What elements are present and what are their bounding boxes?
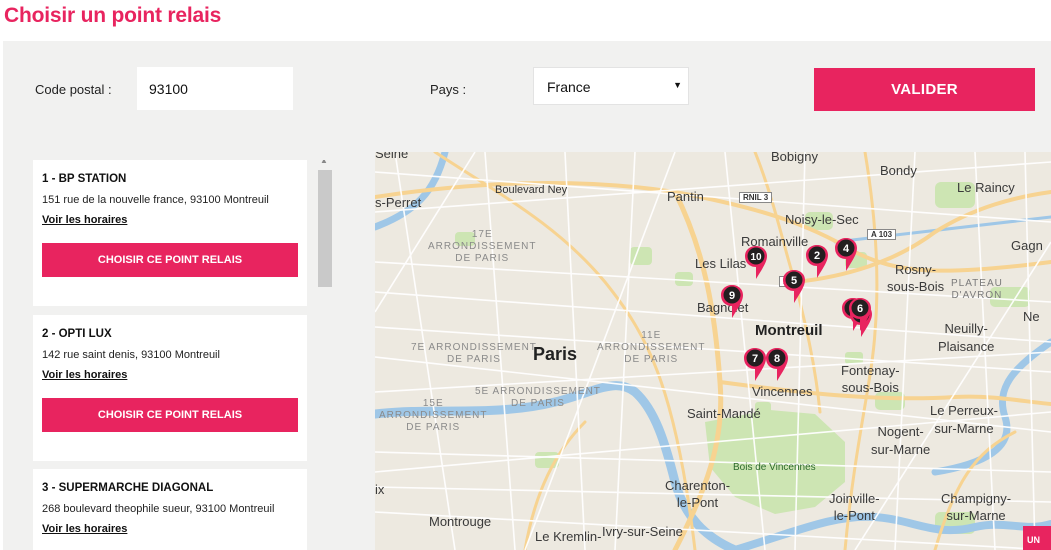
map-label-rosny: Rosny- sous-Bois [887, 262, 945, 294]
list-scrollbar[interactable]: ▲ [316, 160, 332, 550]
map-label-perret: s-Perret [375, 195, 422, 210]
map-label-joinville: Joinville- le-Pont [829, 491, 880, 523]
country-select[interactable]: France ▼ [533, 67, 689, 105]
map-label-fontenay: Fontenay- sous-Bois [841, 363, 900, 395]
relay-panel: Code postal : Pays : France ▼ VALIDER 1 … [3, 41, 1051, 550]
list-item: 1 - BP STATION 151 rue de la nouvelle fr… [33, 160, 307, 306]
map-label-bois-de-vincennes: Bois de Vincennes [733, 462, 816, 473]
view-hours-link[interactable]: Voir les horaires [42, 214, 127, 226]
map-label-nogent: Nogent- sur-Marne [871, 424, 931, 457]
choose-relay-button[interactable]: CHOISIR CE POINT RELAIS [42, 398, 298, 432]
relay-title: 2 - OPTI LUX [42, 328, 112, 340]
list-item: 2 - OPTI LUX 142 rue saint denis, 93100 … [33, 315, 307, 461]
view-hours-link[interactable]: Voir les horaires [42, 369, 127, 381]
map-label-seine: Seine [375, 152, 409, 161]
map-label-ivry: Ivry-sur-Seine [602, 524, 683, 539]
page-title: Choisir un point relais [4, 4, 222, 27]
scroll-up-arrow-icon[interactable]: ▲ [320, 160, 328, 165]
map-label-saint-mande: Saint-Mandé [687, 406, 761, 421]
validate-button[interactable]: VALIDER [814, 68, 1035, 111]
scroll-thumb[interactable] [318, 170, 332, 287]
map-label-neuilly-plaisance: Neuilly- Plaisance [938, 321, 995, 354]
map-label-a-road: A [779, 276, 793, 287]
map-label-romainville: Romainville [741, 234, 809, 249]
map-label-arr15: 15E ARRONDISSEMENT DE PARIS [379, 398, 488, 433]
relay-title: 3 - SUPERMARCHE DIAGONAL [42, 482, 214, 494]
choose-relay-button[interactable]: CHOISIR CE POINT RELAIS [42, 243, 298, 277]
map-label-arr7: 7E ARRONDISSEMENT DE PARIS [411, 342, 537, 365]
map-label-arr17: 17E ARRONDISSEMENT DE PARIS [428, 229, 537, 264]
map-label-pantin: Pantin [667, 189, 704, 204]
chevron-down-icon: ▼ [673, 80, 682, 90]
map-label-bobigny: Bobigny [771, 152, 818, 164]
map-corner-button[interactable]: UN [1023, 526, 1051, 550]
map-label-a103: A 103 [867, 229, 897, 240]
relay-title: 1 - BP STATION [42, 173, 127, 185]
country-label: Pays : [430, 82, 467, 97]
map-label-montreuil: Montreuil [755, 322, 823, 339]
map-label-ix: ix [375, 482, 385, 497]
relay-address: 268 boulevard theophile sueur, 93100 Mon… [42, 503, 275, 515]
map-label-kremlin: Le Kremlin- [535, 529, 602, 544]
map-label-le-perreux: Le Perreux- sur-Marne [930, 403, 998, 436]
country-selected-value: France [547, 79, 591, 95]
map-label-vincennes: Vincennes [752, 384, 813, 399]
map-label-champigny: Champigny- sur-Marne [941, 491, 1012, 523]
map-label-paris: Paris [533, 344, 578, 364]
map-label-boulevard-ney: Boulevard Ney [495, 184, 568, 196]
view-hours-link[interactable]: Voir les horaires [42, 523, 127, 535]
map-label-bondy: Bondy [880, 163, 917, 178]
map-label-le-raincy: Le Raincy [957, 180, 1015, 195]
map-label-les-lilas: Les Lilas [695, 256, 747, 271]
map-label-rnil3: RNIL 3 [739, 192, 773, 203]
map-label-gagny: Gagn [1011, 238, 1043, 253]
relay-list: 1 - BP STATION 151 rue de la nouvelle fr… [33, 160, 338, 550]
relay-address: 142 rue saint denis, 93100 Montreuil [42, 349, 220, 361]
map[interactable]: Seine Bobigny Bondy Le Raincy s-Perret B… [375, 152, 1051, 550]
postal-code-label: Code postal : [35, 82, 112, 97]
list-item: 3 - SUPERMARCHE DIAGONAL 268 boulevard t… [33, 469, 307, 550]
map-label-ne: Ne [1023, 309, 1040, 324]
map-label-arr5: 5E ARRONDISSEMENT DE PARIS [475, 386, 601, 409]
postal-code-input[interactable] [137, 67, 293, 110]
map-label-charenton: Charenton- le-Pont [665, 478, 731, 510]
map-label-bagnolet: Bagnolet [697, 300, 749, 315]
relay-address: 151 rue de la nouvelle france, 93100 Mon… [42, 194, 269, 206]
map-label-noisy-le-sec: Noisy-le-Sec [785, 212, 859, 227]
map-label-montrouge: Montrouge [429, 514, 492, 529]
map-label-plateau-avron: PLATEAU D'AVRON [951, 278, 1003, 301]
map-label-arr11: 11E ARRONDISSEMENT DE PARIS [597, 330, 706, 365]
